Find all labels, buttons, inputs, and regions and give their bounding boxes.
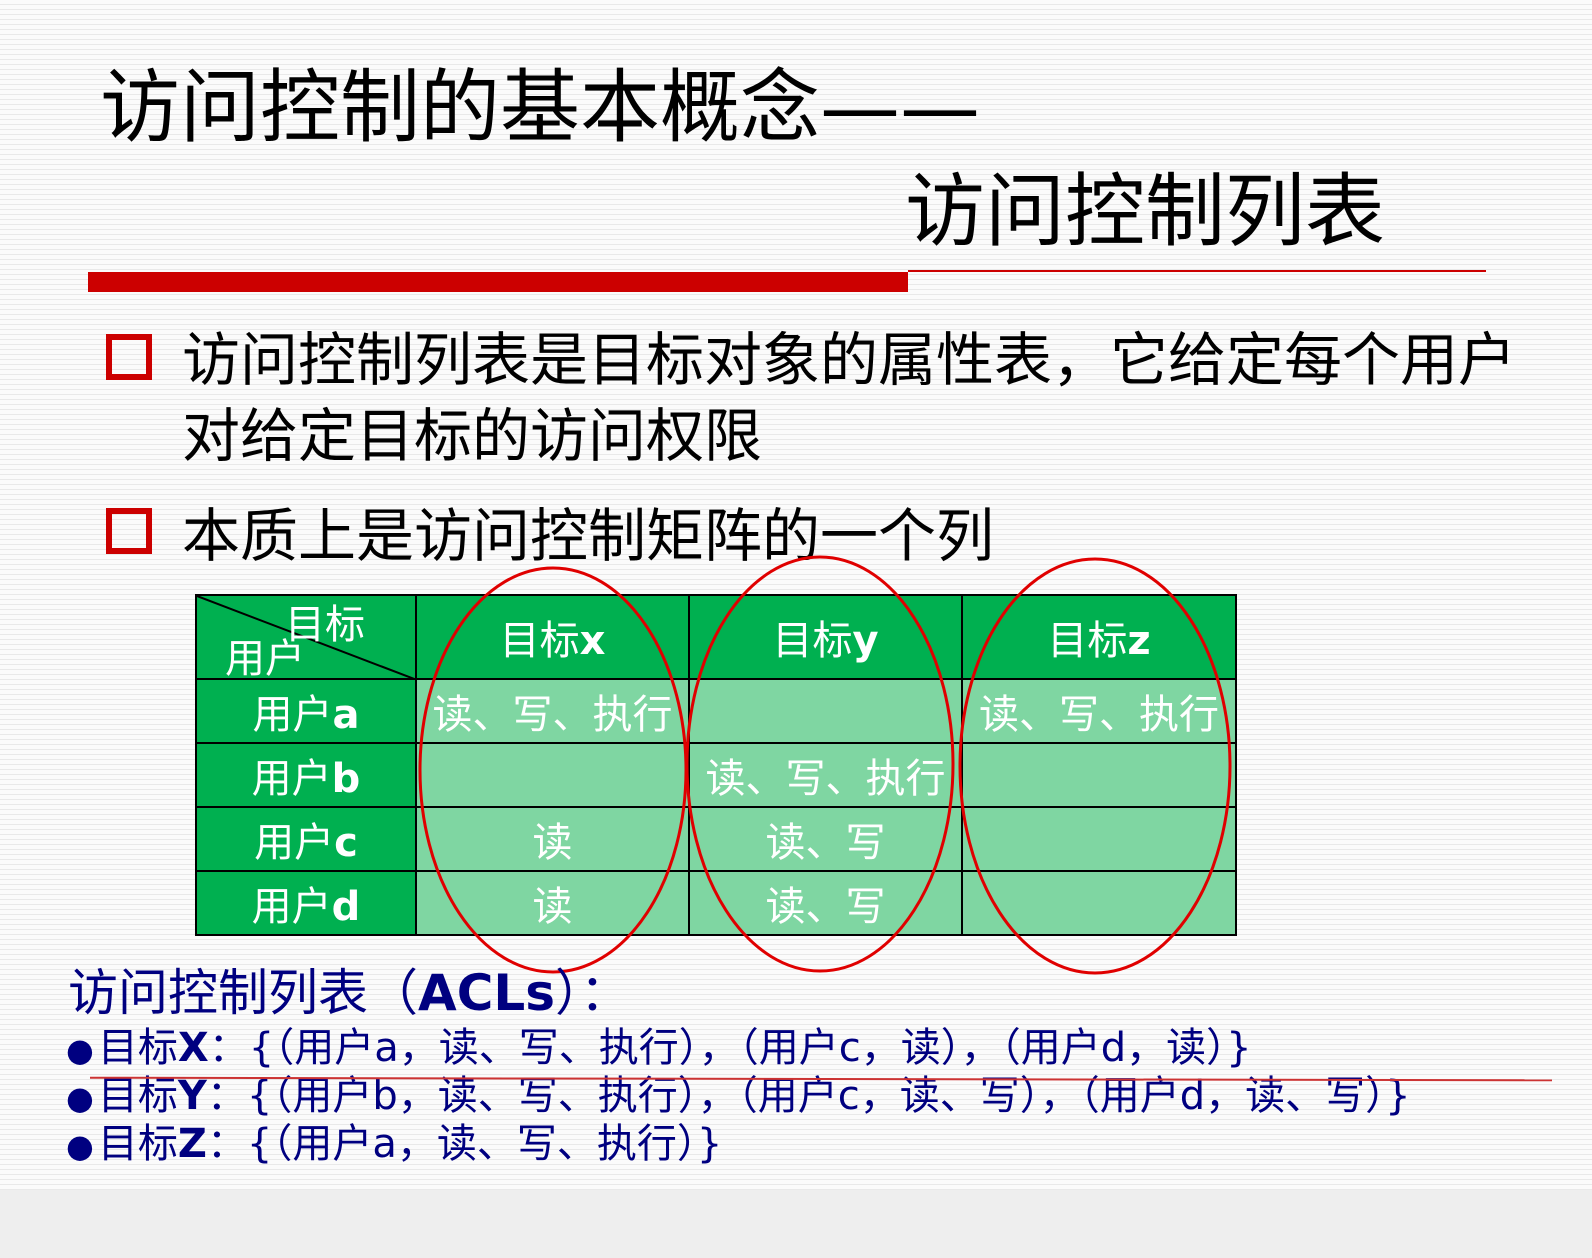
permission-cell: 读、写、执行: [961, 678, 1237, 744]
matrix-row-user-c: 用户c 读 读、写: [195, 806, 1237, 872]
permission-cell: [415, 742, 690, 808]
slide-title: 访问控制的基本概念——: [100, 61, 980, 154]
matrix-header-row: 目标 用户 目标x 目标y 目标z: [195, 594, 1237, 680]
slide-footer-band: [0, 1190, 1592, 1258]
acl-entry-target-z: ● 目标Z：{（用户a，读、写、执行）}: [66, 1121, 723, 1167]
column-header-target-y: 目标y: [688, 594, 963, 680]
permission-cell: [961, 806, 1237, 872]
bullet-dot-icon: ●: [66, 1079, 94, 1117]
title-underline-thick: [88, 272, 908, 292]
row-header: 用户a: [195, 678, 417, 744]
row-header: 用户d: [195, 870, 417, 936]
bullet-square-icon: [106, 508, 152, 554]
title-underline-thin: [908, 270, 1486, 272]
permission-cell: 读: [415, 806, 690, 872]
row-header: 用户c: [195, 806, 417, 872]
acl-entry-target-x: ● 目标X：{（用户a，读、写、执行），（用户c，读），（用户d，读）}: [66, 1025, 1252, 1071]
permission-cell: 读、写: [688, 870, 963, 936]
permission-cell: 读: [415, 870, 690, 936]
matrix-row-user-b: 用户b 读、写、执行: [195, 742, 1237, 808]
slide-subtitle: 访问控制列表: [905, 165, 1385, 258]
bullet-dot-icon: ●: [66, 1031, 94, 1069]
bullet-point-2: 本质上是访问控制矩阵的一个列: [182, 502, 995, 570]
column-header-target-z: 目标z: [961, 594, 1237, 680]
bullet-point-1: 访问控制列表是目标对象的属性表，它给定每个用户对给定目标的访问权限: [182, 326, 1517, 470]
matrix-row-user-a: 用户a 读、写、执行 读、写、执行: [195, 678, 1237, 744]
row-header: 用户b: [195, 742, 417, 808]
matrix-row-user-d: 用户d 读 读、写: [195, 870, 1237, 936]
permission-cell: 读、写、执行: [688, 742, 963, 808]
permission-cell: [961, 742, 1237, 808]
matrix-corner-cell: 目标 用户: [195, 594, 417, 680]
permission-cell: [961, 870, 1237, 936]
bullet-square-icon: [106, 334, 152, 380]
permission-cell: [688, 678, 963, 744]
corner-label-user: 用户: [225, 636, 305, 679]
permission-cell: 读、写、执行: [415, 678, 690, 744]
access-control-matrix: 目标 用户 目标x 目标y 目标z 用户a 读、写、执行 读、写、执行 用户b …: [195, 594, 1237, 936]
bullet-dot-icon: ●: [66, 1127, 94, 1165]
column-header-target-x: 目标x: [415, 594, 690, 680]
acl-heading: 访问控制列表（ACLs）：: [68, 964, 631, 1022]
permission-cell: 读、写: [688, 806, 963, 872]
